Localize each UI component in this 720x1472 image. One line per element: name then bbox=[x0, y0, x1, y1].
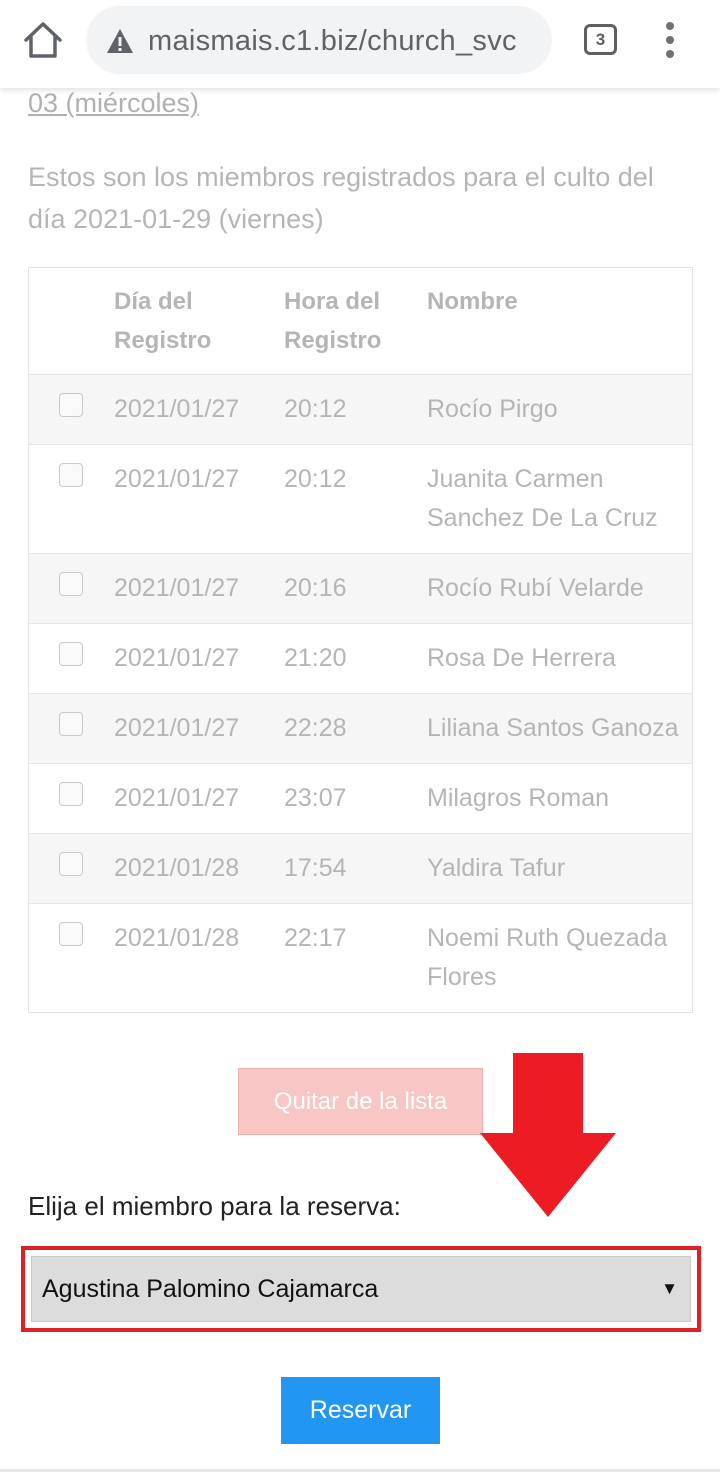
row-name: Rocío Pirgo bbox=[427, 374, 692, 445]
table-header-row: Día del Registro Hora del Registro Nombr… bbox=[29, 268, 692, 375]
row-name: Liliana Santos Ganoza bbox=[427, 693, 692, 764]
row-date: 2021/01/27 bbox=[114, 374, 284, 445]
row-time: 20:12 bbox=[284, 374, 427, 445]
row-checkbox[interactable] bbox=[59, 852, 83, 876]
arrow-down-icon bbox=[480, 1053, 616, 1217]
warning-icon[interactable] bbox=[106, 28, 134, 54]
row-date: 2021/01/28 bbox=[114, 903, 284, 1012]
intro-text: Estos son los miembros registrados para … bbox=[28, 162, 654, 234]
row-name: Juanita Carmen Sanchez De La Cruz bbox=[427, 444, 692, 554]
table-row: 2021/01/27 20:16 Rocío Rubí Velarde bbox=[29, 553, 692, 624]
row-date: 2021/01/27 bbox=[114, 693, 284, 764]
choose-member-label: Elija el miembro para la reserva: bbox=[28, 1191, 401, 1221]
remove-from-list-button[interactable]: Quitar de la lista bbox=[238, 1068, 483, 1135]
table-row: 2021/01/27 21:20 Rosa De Herrera bbox=[29, 623, 692, 694]
table-row: 2021/01/28 17:54 Yaldira Tafur bbox=[29, 833, 692, 904]
address-bar[interactable]: maismais.c1.biz/church_svc bbox=[86, 6, 552, 74]
highlight-frame: Agustina Palomino Cajamarca ▼ bbox=[21, 1246, 701, 1332]
row-checkbox[interactable] bbox=[59, 463, 83, 487]
member-select[interactable]: Agustina Palomino Cajamarca ▼ bbox=[31, 1256, 691, 1322]
row-time: 23:07 bbox=[284, 763, 427, 834]
more-vert-icon[interactable] bbox=[657, 20, 683, 60]
table-row: 2021/01/27 20:12 Juanita Carmen Sanchez … bbox=[29, 444, 692, 554]
row-checkbox[interactable] bbox=[59, 572, 83, 596]
row-date: 2021/01/27 bbox=[114, 763, 284, 834]
dropdown-caret-icon: ▼ bbox=[661, 1279, 678, 1298]
member-select-value: Agustina Palomino Cajamarca bbox=[42, 1275, 379, 1303]
row-date: 2021/01/27 bbox=[114, 623, 284, 694]
row-date: 2021/01/27 bbox=[114, 553, 284, 624]
row-checkbox[interactable] bbox=[59, 712, 83, 736]
browser-toolbar: maismais.c1.biz/church_svc 3 bbox=[0, 0, 720, 88]
members-table: Día del Registro Hora del Registro Nombr… bbox=[28, 267, 693, 1013]
home-icon[interactable] bbox=[20, 18, 66, 64]
row-name: Noemi Ruth Quezada Flores bbox=[427, 903, 692, 1012]
header-date: Día del Registro bbox=[114, 288, 212, 354]
row-checkbox[interactable] bbox=[59, 922, 83, 946]
row-checkbox[interactable] bbox=[59, 642, 83, 666]
row-date: 2021/01/28 bbox=[114, 833, 284, 904]
header-select bbox=[29, 268, 114, 375]
row-time: 17:54 bbox=[284, 833, 427, 904]
row-name: Milagros Roman bbox=[427, 763, 692, 834]
tabs-icon[interactable]: 3 bbox=[584, 24, 617, 55]
row-name: Rocío Rubí Velarde bbox=[427, 553, 692, 624]
table-row: 2021/01/27 22:28 Liliana Santos Ganoza bbox=[29, 693, 692, 764]
row-checkbox[interactable] bbox=[59, 393, 83, 417]
table-row: 2021/01/28 22:17 Noemi Ruth Quezada Flor… bbox=[29, 903, 692, 1012]
row-time: 22:28 bbox=[284, 693, 427, 764]
table-row: 2021/01/27 23:07 Milagros Roman bbox=[29, 763, 692, 834]
row-name: Yaldira Tafur bbox=[427, 833, 692, 904]
row-checkbox[interactable] bbox=[59, 782, 83, 806]
url-text[interactable]: maismais.c1.biz/church_svc bbox=[148, 25, 517, 58]
row-time: 20:16 bbox=[284, 553, 427, 624]
row-time: 21:20 bbox=[284, 623, 427, 694]
row-name: Rosa De Herrera bbox=[427, 623, 692, 694]
previous-service-link[interactable]: 03 (miércoles) bbox=[28, 88, 199, 119]
header-time: Hora del Registro bbox=[284, 288, 382, 354]
header-name: Nombre bbox=[427, 288, 518, 315]
row-time: 22:17 bbox=[284, 903, 427, 1012]
table-row: 2021/01/27 20:12 Rocío Pirgo bbox=[29, 374, 692, 445]
row-time: 20:12 bbox=[284, 444, 427, 554]
row-date: 2021/01/27 bbox=[114, 444, 284, 554]
reserve-button[interactable]: Reservar bbox=[281, 1377, 440, 1444]
